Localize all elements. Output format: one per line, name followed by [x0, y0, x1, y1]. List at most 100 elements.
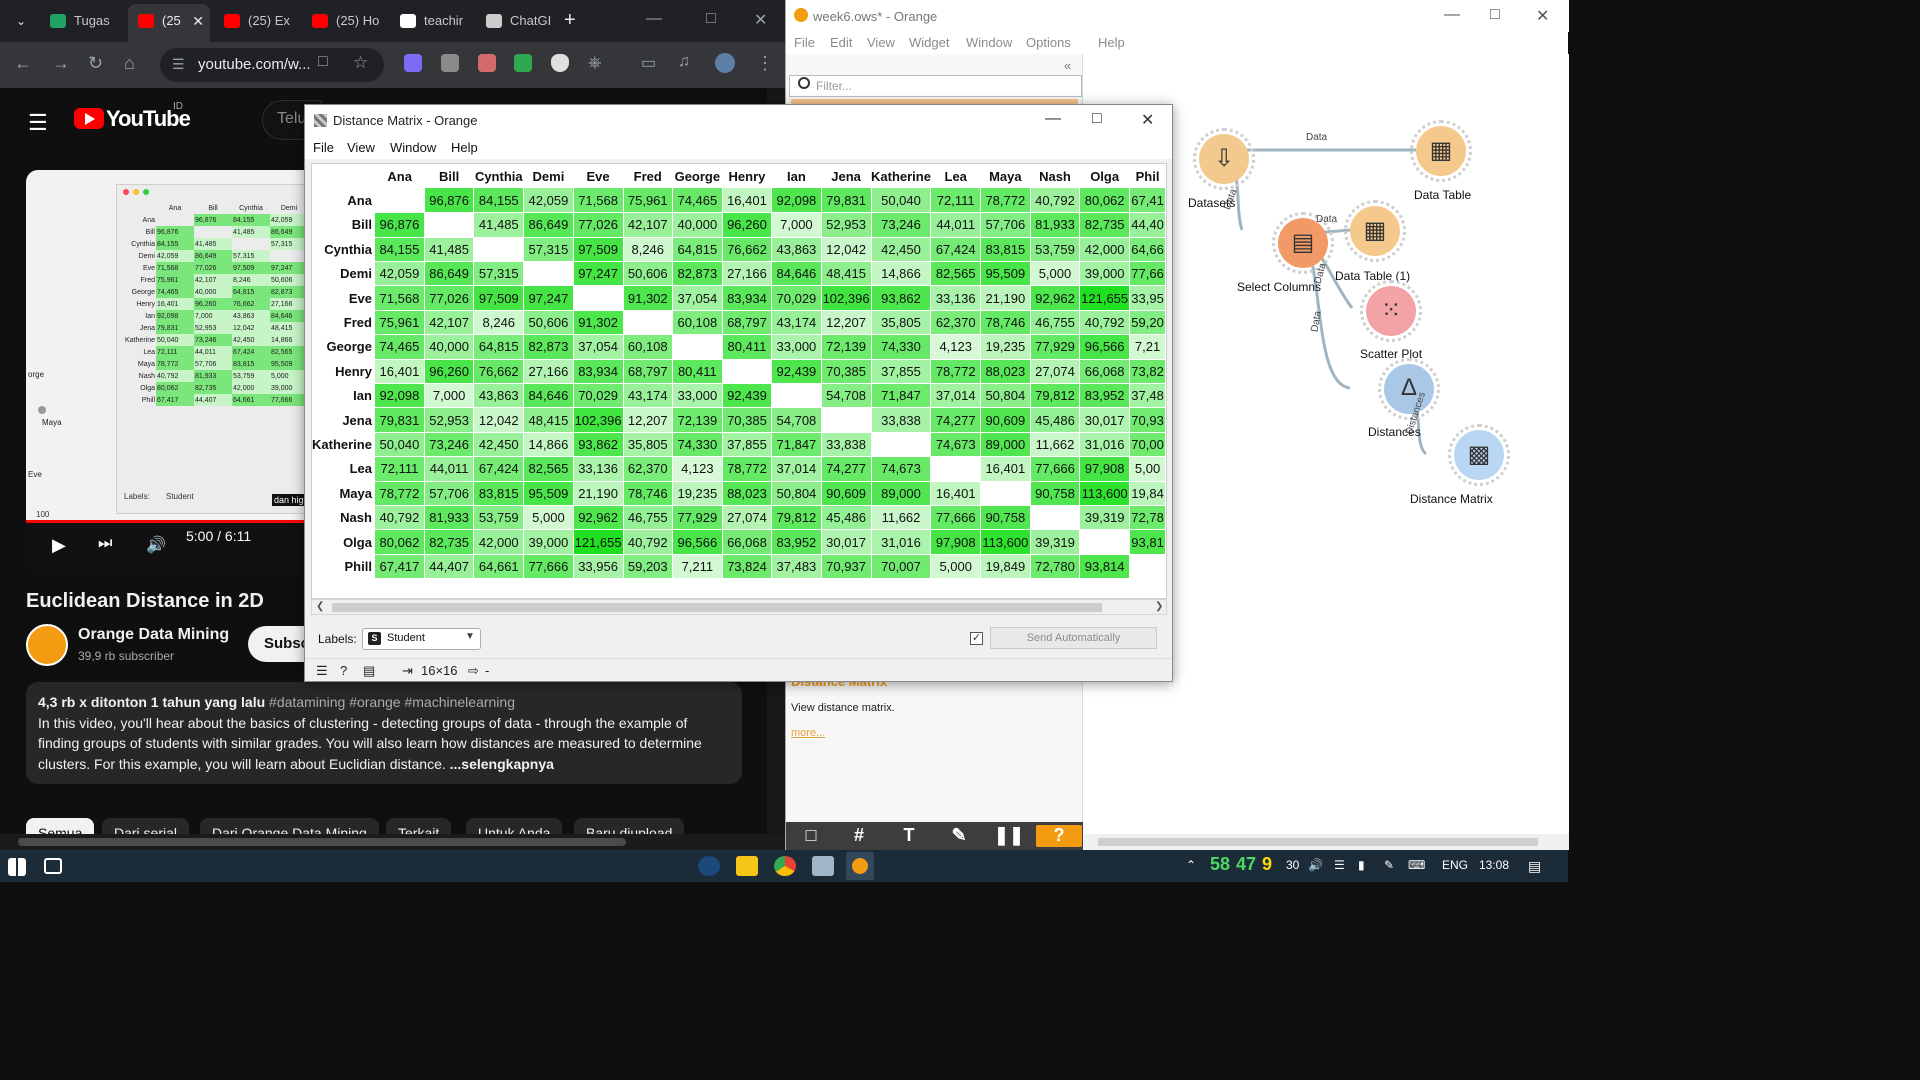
matrix-cell[interactable]: 57,315 [523, 237, 574, 263]
matrix-cell[interactable]: 33,838 [821, 432, 872, 458]
matrix-cell[interactable]: 8,246 [623, 237, 673, 263]
menu-item[interactable]: Help [1098, 35, 1125, 50]
matrix-cell[interactable]: 42,107 [424, 310, 475, 336]
matrix-cell[interactable]: 44,407 [424, 554, 475, 580]
matrix-cell[interactable]: 92,439 [771, 359, 822, 385]
help-icon[interactable]: ? [340, 663, 347, 678]
matrix-cell[interactable]: 7,21 [1129, 334, 1166, 360]
matrix-cell[interactable]: 57,706 [424, 481, 475, 506]
menu-item[interactable]: Window [966, 35, 1012, 50]
matrix-cell[interactable]: 19,235 [672, 481, 723, 506]
reload-icon[interactable]: ↻ [88, 53, 103, 74]
matrix-cell[interactable]: 21,190 [573, 481, 624, 506]
maximize-icon[interactable]: □ [1092, 110, 1102, 128]
matrix-cell[interactable]: 78,772 [930, 359, 981, 385]
matrix-cell[interactable]: 84,646 [523, 383, 574, 409]
matrix-cell[interactable]: 75,961 [374, 310, 425, 336]
matrix-cell[interactable]: 78,772 [374, 481, 425, 506]
matrix-cell[interactable]: 68,797 [623, 359, 673, 385]
file-explorer-icon[interactable] [736, 856, 758, 876]
channel-name[interactable]: Orange Data Mining [78, 626, 229, 644]
matrix-cell[interactable]: 83,934 [722, 285, 773, 311]
matrix-cell[interactable]: 12,207 [623, 407, 673, 433]
matrix-cell[interactable]: 83,815 [473, 481, 525, 506]
datasets-widget[interactable]: ⇩ [1199, 134, 1249, 184]
matrix-cell[interactable]: 43,174 [623, 383, 673, 409]
matrix-cell[interactable]: 71,568 [573, 188, 624, 214]
matrix-cell[interactable]: 62,370 [623, 456, 673, 482]
matrix-cell[interactable]: 12,042 [473, 407, 525, 433]
matrix-cell[interactable]: 37,054 [573, 334, 624, 360]
matrix-cell[interactable]: 84,646 [771, 261, 822, 287]
extension-icon[interactable] [478, 54, 496, 72]
install-app-icon[interactable]: □ [318, 53, 328, 71]
matrix-cell[interactable]: 84,155 [473, 188, 525, 214]
matrix-cell[interactable]: 96,566 [1079, 334, 1131, 360]
matrix-cell[interactable]: 42,059 [523, 188, 574, 214]
matrix-cell[interactable]: 64,66 [1129, 237, 1166, 263]
task-view-icon[interactable] [44, 858, 62, 874]
matrix-cell[interactable]: 76,662 [722, 237, 773, 263]
matrix-cell[interactable]: 78,746 [623, 481, 673, 506]
shield-icon[interactable] [551, 54, 569, 72]
matrix-cell[interactable]: 79,831 [821, 188, 872, 214]
matrix-cell[interactable]: 92,098 [771, 188, 822, 214]
matrix-cell[interactable]: 40,792 [1079, 310, 1131, 336]
matrix-cell[interactable]: 44,40 [1129, 212, 1166, 238]
matrix-cell[interactable] [424, 212, 475, 238]
keyboard-icon[interactable]: ⌨ [1408, 858, 1425, 872]
matrix-cell[interactable]: 74,277 [930, 407, 981, 433]
matrix-cell[interactable]: 42,000 [473, 529, 525, 555]
matrix-cell[interactable]: 80,411 [722, 334, 773, 360]
help-more-link[interactable]: more... [791, 727, 825, 739]
matrix-cell[interactable]: 73,246 [424, 432, 475, 458]
matrix-cell[interactable]: 16,401 [980, 456, 1031, 482]
menu-item[interactable]: Widget [909, 35, 949, 50]
matrix-cell[interactable]: 75,961 [623, 188, 673, 214]
browser-tab[interactable]: (25) Ex [214, 6, 296, 36]
matrix-cell[interactable]: 71,847 [771, 432, 822, 458]
matrix-cell[interactable]: 80,062 [1079, 188, 1131, 214]
matrix-cell[interactable]: 37,014 [771, 456, 822, 482]
matrix-cell[interactable]: 74,465 [374, 334, 425, 360]
matrix-cell[interactable]: 95,509 [980, 261, 1031, 287]
matrix-cell[interactable]: 71,568 [374, 285, 425, 311]
matrix-cell[interactable]: 77,666 [523, 554, 574, 580]
matrix-cell[interactable]: 97,247 [523, 285, 574, 311]
matrix-cell[interactable]: 42,000 [1079, 237, 1131, 263]
matrix-cell[interactable]: 27,166 [722, 261, 773, 287]
matrix-cell[interactable] [930, 456, 981, 482]
matrix-cell[interactable]: 67,424 [473, 456, 525, 482]
matrix-cell[interactable]: 53,759 [1030, 237, 1081, 263]
matrix-cell[interactable]: 33,136 [573, 456, 624, 482]
matrix-cell[interactable]: 97,908 [930, 529, 981, 555]
matrix-cell[interactable]: 19,84 [1129, 481, 1166, 506]
matrix-cell[interactable]: 39,319 [1030, 529, 1081, 555]
matrix-cell[interactable]: 86,649 [523, 212, 574, 238]
matrix-cell[interactable]: 39,000 [1079, 261, 1131, 287]
matrix-cell[interactable]: 72,780 [1030, 554, 1081, 580]
matrix-cell[interactable]: 37,483 [771, 554, 822, 580]
matrix-cell[interactable]: 74,330 [871, 334, 932, 360]
show-more-link[interactable]: ...selengkapnya [450, 756, 554, 772]
matrix-cell[interactable]: 27,074 [1030, 359, 1081, 385]
matrix-cell[interactable]: 79,831 [374, 407, 425, 433]
matrix-cell[interactable]: 35,805 [871, 310, 932, 336]
matrix-cell[interactable]: 93,814 [1079, 554, 1131, 580]
matrix-cell[interactable]: 80,062 [374, 529, 425, 555]
orange-taskbar-button[interactable] [846, 852, 874, 880]
matrix-cell[interactable]: 8,246 [473, 310, 525, 336]
matrix-cell[interactable]: 113,600 [1079, 481, 1131, 506]
matrix-cell[interactable]: 96,260 [722, 212, 773, 238]
matrix-cell[interactable]: 30,017 [1079, 407, 1131, 433]
matrix-cell[interactable]: 50,606 [623, 261, 673, 287]
matrix-cell[interactable]: 77,66 [1129, 261, 1166, 287]
matrix-cell[interactable]: 82,735 [424, 529, 475, 555]
matrix-cell[interactable]: 70,029 [771, 285, 822, 311]
menu-icon[interactable]: ☰ [28, 110, 48, 136]
matrix-cell[interactable]: 77,666 [1030, 456, 1081, 482]
matrix-cell[interactable]: 35,805 [623, 432, 673, 458]
address-bar[interactable]: ☰ youtube.com/w... [160, 48, 384, 82]
matrix-cell[interactable]: 82,565 [930, 261, 981, 287]
matrix-cell[interactable]: 96,876 [374, 212, 425, 238]
